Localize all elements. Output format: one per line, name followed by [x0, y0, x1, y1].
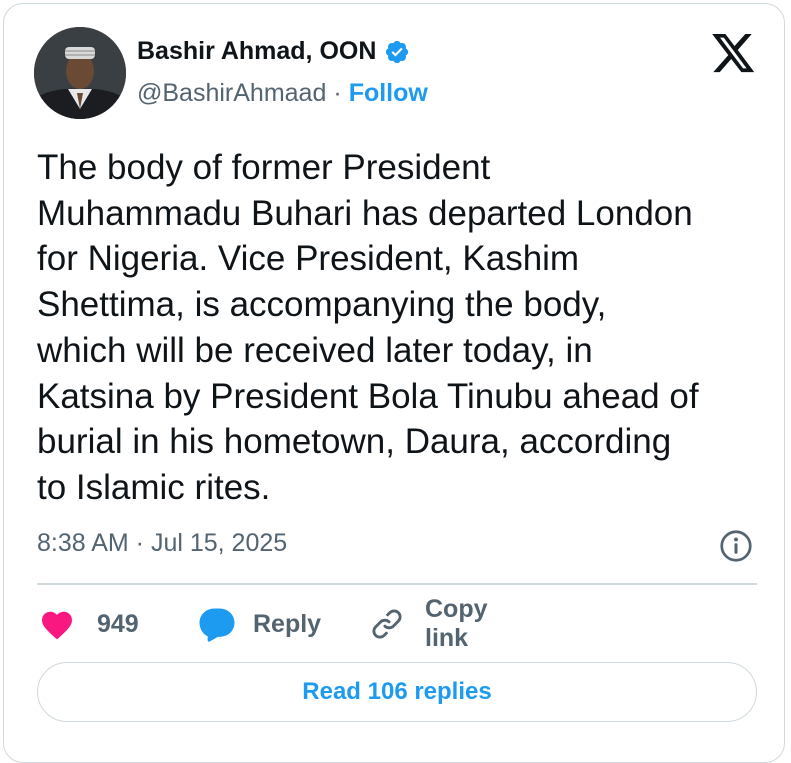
tweet-card: Bashir Ahmad, OON @BashirAhmaad · Follow…: [3, 3, 785, 763]
read-replies-button[interactable]: Read 106 replies: [37, 662, 757, 722]
author-handle[interactable]: @BashirAhmaad: [137, 79, 326, 108]
like-button[interactable]: 949: [39, 604, 139, 644]
author-name[interactable]: Bashir Ahmad, OON: [137, 37, 376, 66]
handle-separator: ·: [333, 79, 342, 107]
tweet-timestamp[interactable]: 8:38 AM · Jul 15, 2025: [37, 529, 287, 558]
reply-button[interactable]: Reply: [197, 604, 321, 644]
copy-link-label: Copy link: [425, 595, 488, 652]
tweet-text: The body of former President Muhammadu B…: [37, 148, 699, 507]
author-handle-row: @BashirAhmaad · Follow: [137, 79, 428, 108]
info-icon[interactable]: [718, 528, 754, 564]
link-icon: [369, 606, 405, 642]
verified-badge-icon: [384, 39, 410, 65]
author-name-row: Bashir Ahmad, OON: [137, 37, 410, 66]
heart-icon: [39, 608, 75, 640]
speech-bubble-icon: [197, 606, 237, 642]
reply-label: Reply: [253, 609, 322, 638]
x-logo-icon[interactable]: [712, 34, 756, 74]
like-count: 949: [97, 609, 139, 638]
copy-link-button[interactable]: Copy link: [369, 595, 488, 652]
follow-button[interactable]: Follow: [349, 79, 428, 108]
divider: [37, 583, 757, 585]
author-avatar[interactable]: [34, 27, 126, 119]
